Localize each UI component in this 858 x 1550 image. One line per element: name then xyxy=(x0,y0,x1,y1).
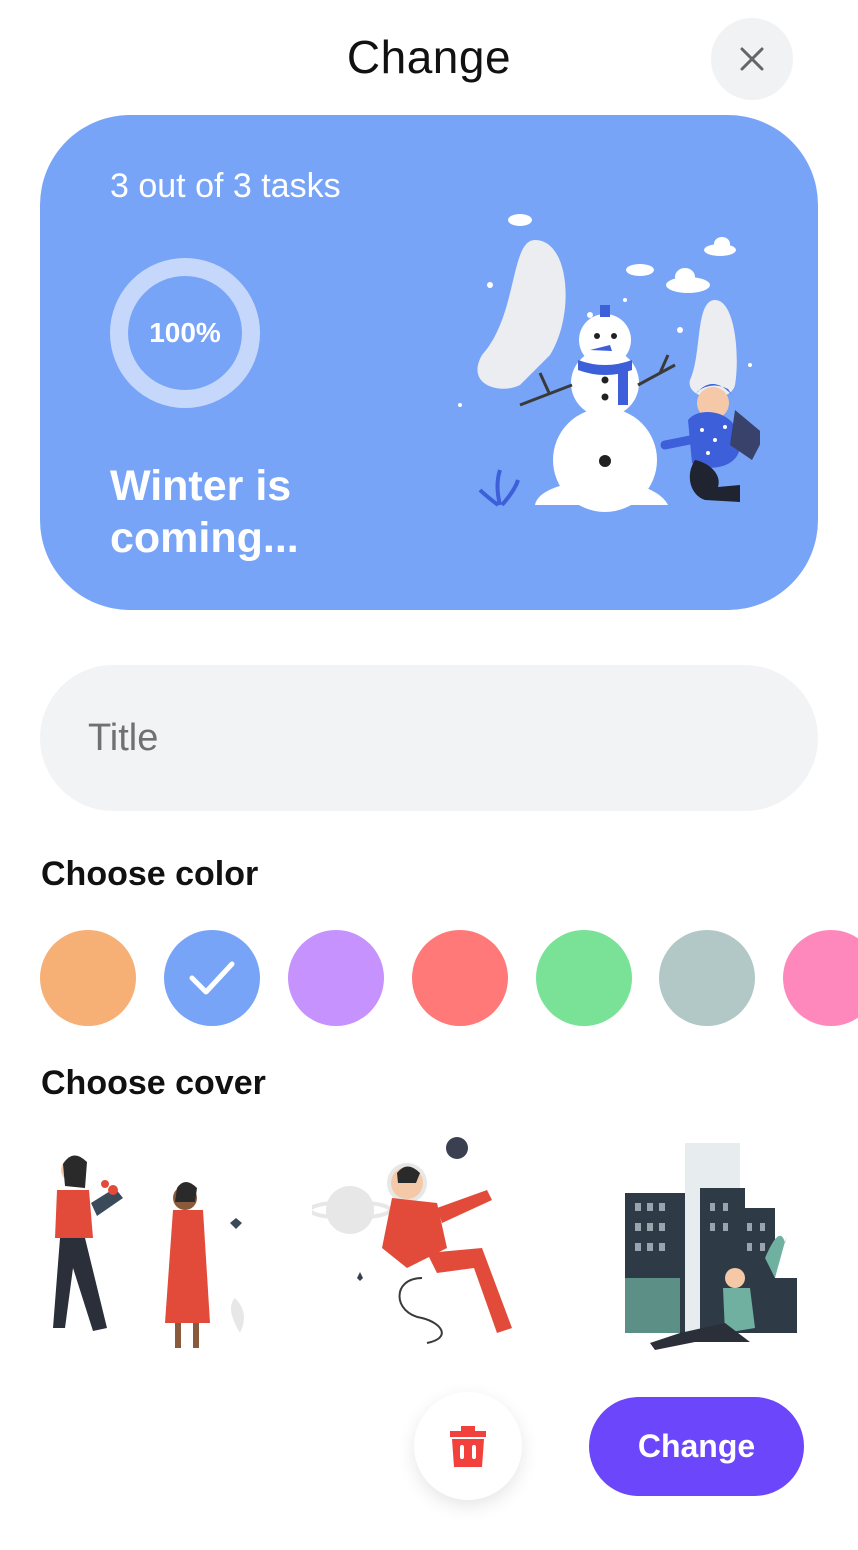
task-count: 3 out of 3 tasks xyxy=(110,167,341,205)
color-swatch[interactable] xyxy=(659,930,755,1026)
checkmark-icon xyxy=(189,961,235,995)
color-swatch[interactable] xyxy=(288,930,384,1026)
title-input[interactable] xyxy=(40,665,818,811)
cover-city[interactable] xyxy=(585,1128,815,1358)
close-icon xyxy=(740,47,764,71)
snowman-illustration xyxy=(458,214,760,512)
choose-cover-label: Choose cover xyxy=(41,1064,266,1102)
choose-color-label: Choose color xyxy=(41,855,259,893)
color-swatch[interactable] xyxy=(40,930,136,1026)
card-title: Winter is coming... xyxy=(110,462,299,562)
change-button[interactable]: Change xyxy=(589,1397,804,1496)
color-swatch[interactable] xyxy=(164,930,260,1026)
delete-button[interactable] xyxy=(414,1392,522,1500)
color-swatch[interactable] xyxy=(783,930,858,1026)
trash-icon xyxy=(450,1426,486,1467)
cover-astronaut[interactable] xyxy=(312,1128,542,1358)
progress-label: 100% xyxy=(149,317,221,348)
cover-card: 3 out of 3 tasks 100% Winter is coming..… xyxy=(40,115,818,610)
color-swatch[interactable] xyxy=(536,930,632,1026)
close-button[interactable] xyxy=(711,18,793,100)
cover-couple[interactable] xyxy=(35,1128,265,1358)
color-swatch[interactable] xyxy=(412,930,508,1026)
